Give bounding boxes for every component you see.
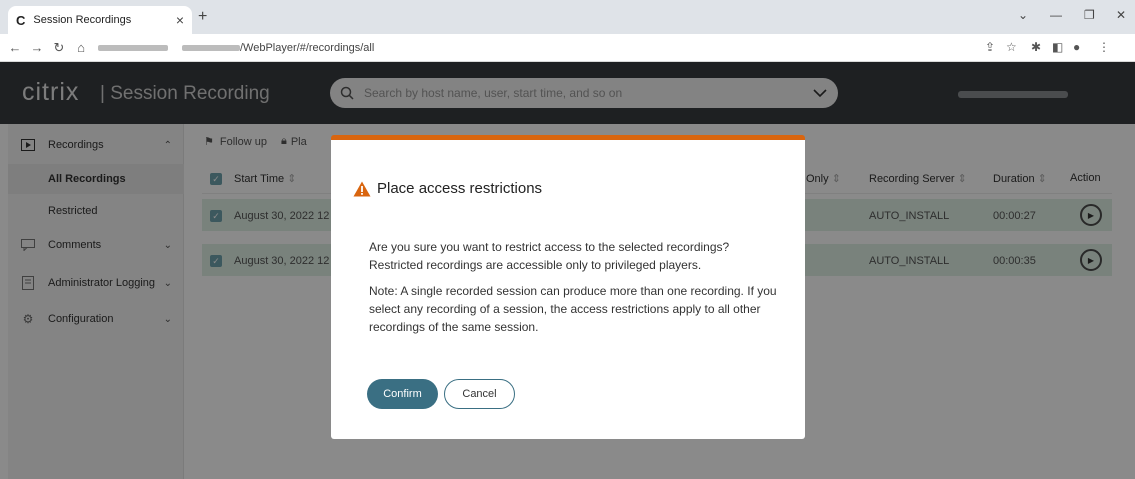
- back-icon[interactable]: ←: [4, 40, 26, 55]
- extensions-icon[interactable]: ✱: [1031, 40, 1041, 54]
- close-tab-icon[interactable]: ×: [176, 12, 184, 28]
- minimize-icon[interactable]: —: [1050, 8, 1062, 22]
- close-window-icon[interactable]: ✕: [1116, 8, 1126, 22]
- tab-search-icon[interactable]: ⌄: [1018, 8, 1028, 22]
- url-path: /WebPlayer/#/recordings/all: [240, 41, 375, 54]
- url-field[interactable]: /WebPlayer/#/recordings/all: [98, 42, 374, 54]
- citrix-favicon-icon: C: [16, 12, 26, 28]
- reload-icon[interactable]: ↻: [48, 40, 70, 56]
- share-icon[interactable]: ⇪: [985, 40, 995, 54]
- redacted-host: [98, 44, 168, 51]
- cancel-button[interactable]: Cancel: [444, 379, 515, 409]
- redacted-host-path: [182, 44, 240, 51]
- forward-icon[interactable]: →: [26, 40, 48, 55]
- confirm-button[interactable]: Confirm: [367, 379, 438, 409]
- address-bar: ← → ↻ ⌂ /WebPlayer/#/recordings/all: [0, 34, 1135, 62]
- restore-icon[interactable]: ❐: [1084, 8, 1095, 22]
- dialog-title: Place access restrictions: [353, 180, 542, 197]
- access-restrictions-dialog: Place access restrictions Are you sure y…: [331, 135, 805, 439]
- dialog-message: Are you sure you want to restrict access…: [369, 240, 730, 272]
- browser-tab[interactable]: C Session Recordings ×: [8, 6, 192, 34]
- bookmark-star-icon[interactable]: ☆: [1006, 40, 1017, 54]
- sidepanel-icon[interactable]: ◧: [1052, 40, 1063, 54]
- menu-icon[interactable]: ⋮: [1098, 40, 1110, 54]
- home-icon[interactable]: ⌂: [70, 40, 92, 55]
- tab-title: Session Recordings: [33, 14, 132, 26]
- profile-icon[interactable]: ●: [1073, 40, 1080, 54]
- new-tab-icon[interactable]: +: [198, 8, 207, 26]
- dialog-note: Note: A single recorded session can prod…: [369, 284, 777, 334]
- warning-icon: [353, 181, 371, 196]
- dialog-title-text: Place access restrictions: [377, 180, 543, 197]
- browser-tab-bar: C Session Recordings × + ⌄ — ❐ ✕: [0, 0, 1135, 34]
